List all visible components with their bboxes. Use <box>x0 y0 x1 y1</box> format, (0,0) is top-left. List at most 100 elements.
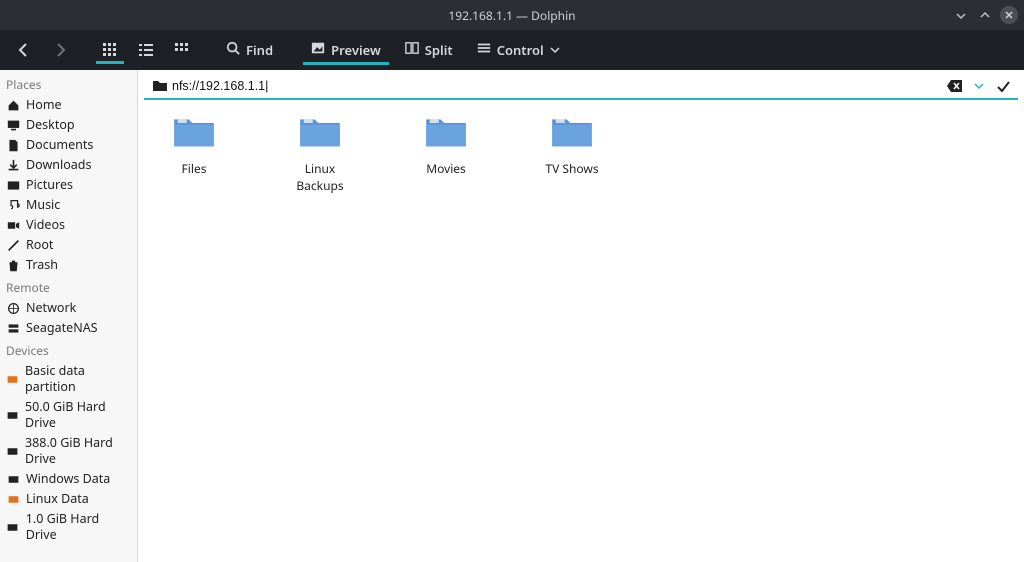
search-icon <box>226 41 240 59</box>
sidebar-item-basicdata[interactable]: Basic data partition <box>0 361 137 397</box>
find-label: Find <box>246 41 273 59</box>
sidebar-item-label: SeagateNAS <box>26 320 98 336</box>
file-view[interactable]: Files Linux Backups Movies TV Shows <box>138 100 1024 558</box>
sidebar-item-drive1[interactable]: 1.0 GiB Hard Drive <box>0 509 137 545</box>
minimize-button[interactable] <box>952 6 970 24</box>
dolphin-window: 192.168.1.1 — Dolphin Find Preview Split <box>0 0 1024 562</box>
folder-label: Files <box>182 160 207 177</box>
folder-icon <box>172 114 216 154</box>
sidebar-item-label: Downloads <box>26 157 91 173</box>
window-title: 192.168.1.1 — Dolphin <box>448 7 575 24</box>
sidebar-item-label: Videos <box>26 217 65 233</box>
devices-header: Devices <box>0 338 137 361</box>
sidebar-item-network[interactable]: Network <box>0 298 137 318</box>
sidebar-item-label: 388.0 GiB Hard Drive <box>25 435 131 467</box>
folder-item[interactable]: TV Shows <box>532 114 612 177</box>
folder-item[interactable]: Movies <box>406 114 486 177</box>
sidebar-item-label: Documents <box>26 137 93 153</box>
sidebar-item-drive50[interactable]: 50.0 GiB Hard Drive <box>0 397 137 433</box>
details-view-button[interactable] <box>132 36 160 64</box>
back-button[interactable] <box>10 36 38 64</box>
nas-icon <box>6 321 20 335</box>
sidebar-item-label: Home <box>26 97 62 113</box>
sidebar-item-desktop[interactable]: Desktop <box>0 115 137 135</box>
split-icon <box>405 41 419 59</box>
forward-button[interactable] <box>46 36 74 64</box>
sidebar-item-documents[interactable]: Documents <box>0 135 137 155</box>
videos-icon <box>6 218 20 232</box>
download-icon <box>6 158 20 172</box>
sidebar-item-linuxdata[interactable]: Linux Data <box>0 489 137 509</box>
home-icon <box>6 98 20 112</box>
titlebar: 192.168.1.1 — Dolphin <box>0 0 1024 30</box>
sidebar-item-seagatenas[interactable]: SeagateNAS <box>0 318 137 338</box>
sidebar-item-label: Trash <box>26 257 58 273</box>
folder-icon <box>298 114 342 154</box>
status-bar <box>138 558 1024 562</box>
body: Places Home Desktop Documents Downloads … <box>0 70 1024 562</box>
compact-view-button[interactable] <box>168 36 196 64</box>
address-go-button[interactable] <box>994 77 1012 95</box>
sidebar-item-label: Music <box>26 197 60 213</box>
split-label: Split <box>425 41 453 59</box>
sidebar-item-drive388[interactable]: 388.0 GiB Hard Drive <box>0 433 137 469</box>
drive-icon <box>6 472 20 486</box>
preview-button[interactable]: Preview <box>303 35 389 65</box>
folder-item[interactable]: Linux Backups <box>280 114 360 194</box>
drive-icon <box>6 408 19 422</box>
root-icon <box>6 238 20 252</box>
hamburger-icon <box>477 41 491 59</box>
places-header: Places <box>0 72 137 95</box>
main-toolbar: Find Preview Split Control <box>0 30 1024 70</box>
sidebar-item-music[interactable]: Music <box>0 195 137 215</box>
sidebar-item-pictures[interactable]: Pictures <box>0 175 137 195</box>
folder-icon <box>152 78 168 94</box>
control-button[interactable]: Control <box>469 35 568 65</box>
chevron-down-icon <box>550 41 560 59</box>
folder-icon <box>424 114 468 154</box>
sidebar-item-label: Pictures <box>26 177 73 193</box>
desktop-icon <box>6 118 20 132</box>
address-bar <box>144 74 1018 100</box>
sidebar-item-label: Desktop <box>26 117 75 133</box>
sidebar-item-home[interactable]: Home <box>0 95 137 115</box>
sidebar-item-label: Linux Data <box>26 491 89 507</box>
preview-label: Preview <box>331 41 381 59</box>
sidebar-item-label: Windows Data <box>26 471 110 487</box>
music-icon <box>6 198 20 212</box>
sidebar-item-root[interactable]: Root <box>0 235 137 255</box>
sidebar-item-trash[interactable]: Trash <box>0 255 137 275</box>
clear-address-button[interactable] <box>946 77 964 95</box>
drive-icon <box>6 372 19 386</box>
network-icon <box>6 301 20 315</box>
drive-icon <box>6 444 19 458</box>
sidebar-item-windowsdata[interactable]: Windows Data <box>0 469 137 489</box>
remote-header: Remote <box>0 275 137 298</box>
folder-label: Linux Backups <box>280 160 360 194</box>
sidebar-item-downloads[interactable]: Downloads <box>0 155 137 175</box>
folder-label: Movies <box>426 160 466 177</box>
image-icon <box>311 41 325 59</box>
drive-icon <box>6 492 20 506</box>
maximize-button[interactable] <box>976 6 994 24</box>
address-dropdown-button[interactable] <box>970 77 988 95</box>
sidebar-item-label: 50.0 GiB Hard Drive <box>25 399 131 431</box>
split-button[interactable]: Split <box>397 35 461 65</box>
sidebar-item-label: 1.0 GiB Hard Drive <box>26 511 131 543</box>
window-controls <box>952 6 1018 24</box>
drive-icon <box>6 520 20 534</box>
icons-view-button[interactable] <box>96 36 124 64</box>
address-input[interactable] <box>172 79 942 93</box>
close-button[interactable] <box>1000 6 1018 24</box>
documents-icon <box>6 138 20 152</box>
sidebar-item-label: Basic data partition <box>25 363 131 395</box>
trash-icon <box>6 258 20 272</box>
folder-item[interactable]: Files <box>154 114 234 177</box>
main-area: Files Linux Backups Movies TV Shows <box>138 70 1024 562</box>
folder-icon <box>550 114 594 154</box>
sidebar-item-videos[interactable]: Videos <box>0 215 137 235</box>
folder-label: TV Shows <box>545 160 598 177</box>
find-button[interactable]: Find <box>218 35 281 65</box>
places-panel: Places Home Desktop Documents Downloads … <box>0 70 138 562</box>
pictures-icon <box>6 178 20 192</box>
